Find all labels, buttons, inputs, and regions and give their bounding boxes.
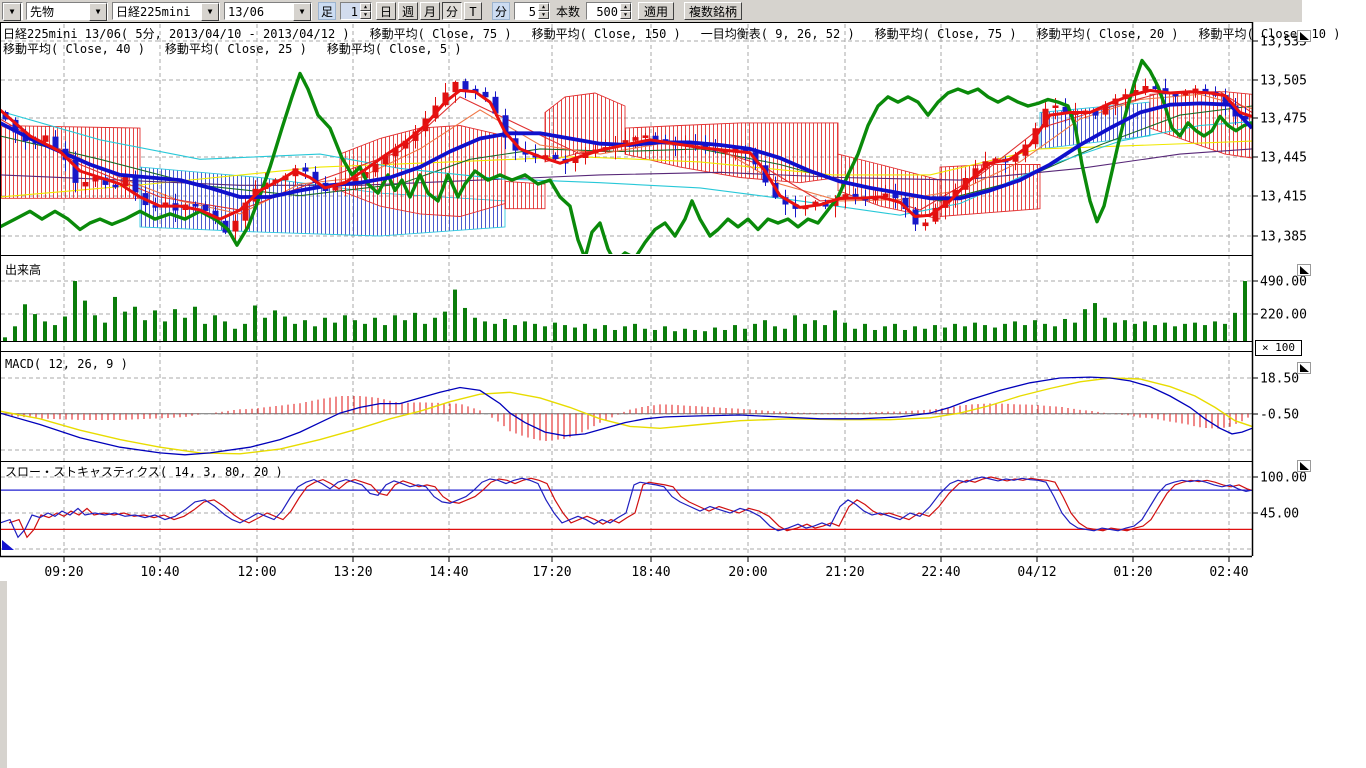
legend-item-ma5: 移動平均( Close, 5 )	[327, 42, 462, 56]
legend-item-ma75: 移動平均( Close, 75 )	[370, 27, 512, 41]
svg-text:-0.50: -0.50	[1260, 408, 1299, 423]
macd-pane-title: MACD( 12, 26, 9 )	[5, 357, 128, 371]
collapse-volume-pane-button[interactable]	[1297, 264, 1311, 276]
svg-text:100.00: 100.00	[1260, 471, 1307, 486]
legend-item-ma75b: 移動平均( Close, 75 )	[875, 27, 1017, 41]
volume-pane-title: 出来高	[5, 261, 41, 278]
apply-button[interactable]: 適用	[638, 2, 674, 20]
svg-text:17:20: 17:20	[532, 565, 571, 580]
svg-text:13,505: 13,505	[1260, 74, 1307, 89]
bars-spinner-value: 500	[587, 3, 620, 19]
svg-text:13,385: 13,385	[1260, 230, 1307, 245]
collapse-macd-pane-button[interactable]	[1297, 362, 1311, 374]
svg-text:13:20: 13:20	[333, 565, 372, 580]
svg-text:220.00: 220.00	[1260, 308, 1307, 323]
svg-text:01:20: 01:20	[1113, 565, 1152, 580]
legend-row-2: 移動平均( Close, 40 ) 移動平均( Close, 25 ) 移動平均( …	[3, 40, 482, 57]
chart-window: ▼ 先物 ▼ 日経225mini ▼ 13/06 ▼ 足 1 ▲▼ 日 週 月 …	[0, 0, 1366, 768]
chevron-down-icon[interactable]: ▼	[89, 3, 107, 21]
svg-text:18.50: 18.50	[1260, 372, 1299, 387]
legend-item-series: 日経225mini 13/06( 5分, 2013/04/10 - 2013/0…	[3, 27, 350, 41]
period-button-minute[interactable]: 分	[442, 2, 462, 20]
bars-label: 本数	[556, 2, 580, 20]
spin-down-icon[interactable]: ▼	[620, 11, 631, 19]
svg-text:04/12: 04/12	[1017, 565, 1056, 580]
period-button-month[interactable]: 月	[420, 2, 440, 20]
svg-text:13,475: 13,475	[1260, 112, 1307, 127]
minute-spinner-value: 5	[515, 3, 538, 19]
stoch-pane-title: スロー・ストキャスティクス( 14, 3, 80, 20 )	[5, 463, 283, 480]
minute-label: 分	[492, 2, 510, 20]
period-button-day[interactable]: 日	[376, 2, 396, 20]
multi-symbol-button[interactable]: 複数銘柄	[684, 2, 742, 20]
chart-svg[interactable]: 13,53513,50513,47513,44513,41513,385490.…	[0, 22, 1366, 768]
contract-month-value: 13/06	[225, 3, 293, 19]
chevron-down-icon[interactable]: ▼	[3, 3, 21, 21]
spin-up-icon[interactable]: ▲	[360, 3, 371, 11]
mini-combo[interactable]: ▼	[2, 2, 23, 20]
symbol-value: 日経225mini	[113, 3, 201, 19]
ashi-label: 足	[318, 2, 336, 20]
svg-text:18:40: 18:40	[631, 565, 670, 580]
volume-multiplier-badge: × 100	[1255, 340, 1302, 356]
instrument-combo[interactable]: 先物 ▼	[26, 2, 108, 20]
legend-item-ma10: 移動平均( Close, 10 )	[1199, 27, 1341, 41]
instrument-value: 先物	[27, 3, 89, 19]
spin-up-icon[interactable]: ▲	[538, 3, 549, 11]
svg-text:12:00: 12:00	[237, 565, 276, 580]
spin-down-icon[interactable]: ▼	[360, 11, 371, 19]
svg-text:45.00: 45.00	[1260, 507, 1299, 522]
chevron-down-icon[interactable]: ▼	[201, 3, 219, 21]
svg-text:14:40: 14:40	[429, 565, 468, 580]
chevron-down-icon[interactable]: ▼	[293, 3, 311, 21]
svg-text:20:00: 20:00	[728, 565, 767, 580]
svg-text:13,445: 13,445	[1260, 151, 1307, 166]
left-edge-strip	[0, 581, 7, 768]
spin-down-icon[interactable]: ▼	[538, 11, 549, 19]
legend-item-ma25: 移動平均( Close, 25 )	[165, 42, 307, 56]
period-button-week[interactable]: 週	[398, 2, 418, 20]
ashi-spinner-value: 1	[341, 3, 360, 19]
symbol-combo[interactable]: 日経225mini ▼	[112, 2, 220, 20]
collapse-price-pane-button[interactable]	[1297, 30, 1311, 42]
pane-resize-arrow-icon[interactable]	[2, 540, 14, 550]
svg-text:22:40: 22:40	[921, 565, 960, 580]
svg-text:13,415: 13,415	[1260, 190, 1307, 205]
period-button-tick[interactable]: T	[464, 2, 482, 20]
collapse-triangle-icon	[1300, 32, 1309, 40]
collapse-triangle-icon	[1300, 462, 1309, 470]
svg-text:490.00: 490.00	[1260, 275, 1307, 290]
legend-item-ma20: 移動平均( Close, 20 )	[1037, 27, 1179, 41]
svg-text:10:40: 10:40	[140, 565, 179, 580]
spin-up-icon[interactable]: ▲	[620, 3, 631, 11]
legend-item-ichimoku: 一目均衡表( 9, 26, 52 )	[701, 27, 855, 41]
legend-item-ma40: 移動平均( Close, 40 )	[3, 42, 145, 56]
ashi-spinner[interactable]: 1 ▲▼	[340, 2, 372, 20]
toolbar: ▼ 先物 ▼ 日経225mini ▼ 13/06 ▼ 足 1 ▲▼ 日 週 月 …	[0, 0, 1302, 22]
collapse-triangle-icon	[1300, 266, 1309, 274]
contract-month-combo[interactable]: 13/06 ▼	[224, 2, 312, 20]
bars-spinner[interactable]: 500 ▲▼	[586, 2, 632, 20]
svg-text:02:40: 02:40	[1209, 565, 1248, 580]
minute-spinner[interactable]: 5 ▲▼	[514, 2, 550, 20]
legend-item-ma150: 移動平均( Close, 150 )	[532, 27, 681, 41]
svg-text:21:20: 21:20	[825, 565, 864, 580]
svg-text:09:20: 09:20	[44, 565, 83, 580]
collapse-stoch-pane-button[interactable]	[1297, 460, 1311, 472]
collapse-triangle-icon	[1300, 364, 1309, 372]
